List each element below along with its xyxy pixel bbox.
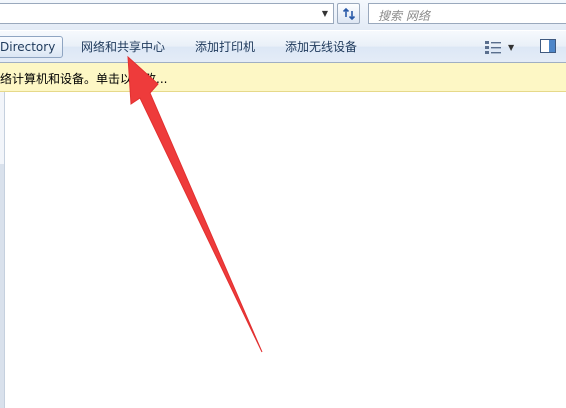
annotation-arrow-icon [127,55,263,353]
